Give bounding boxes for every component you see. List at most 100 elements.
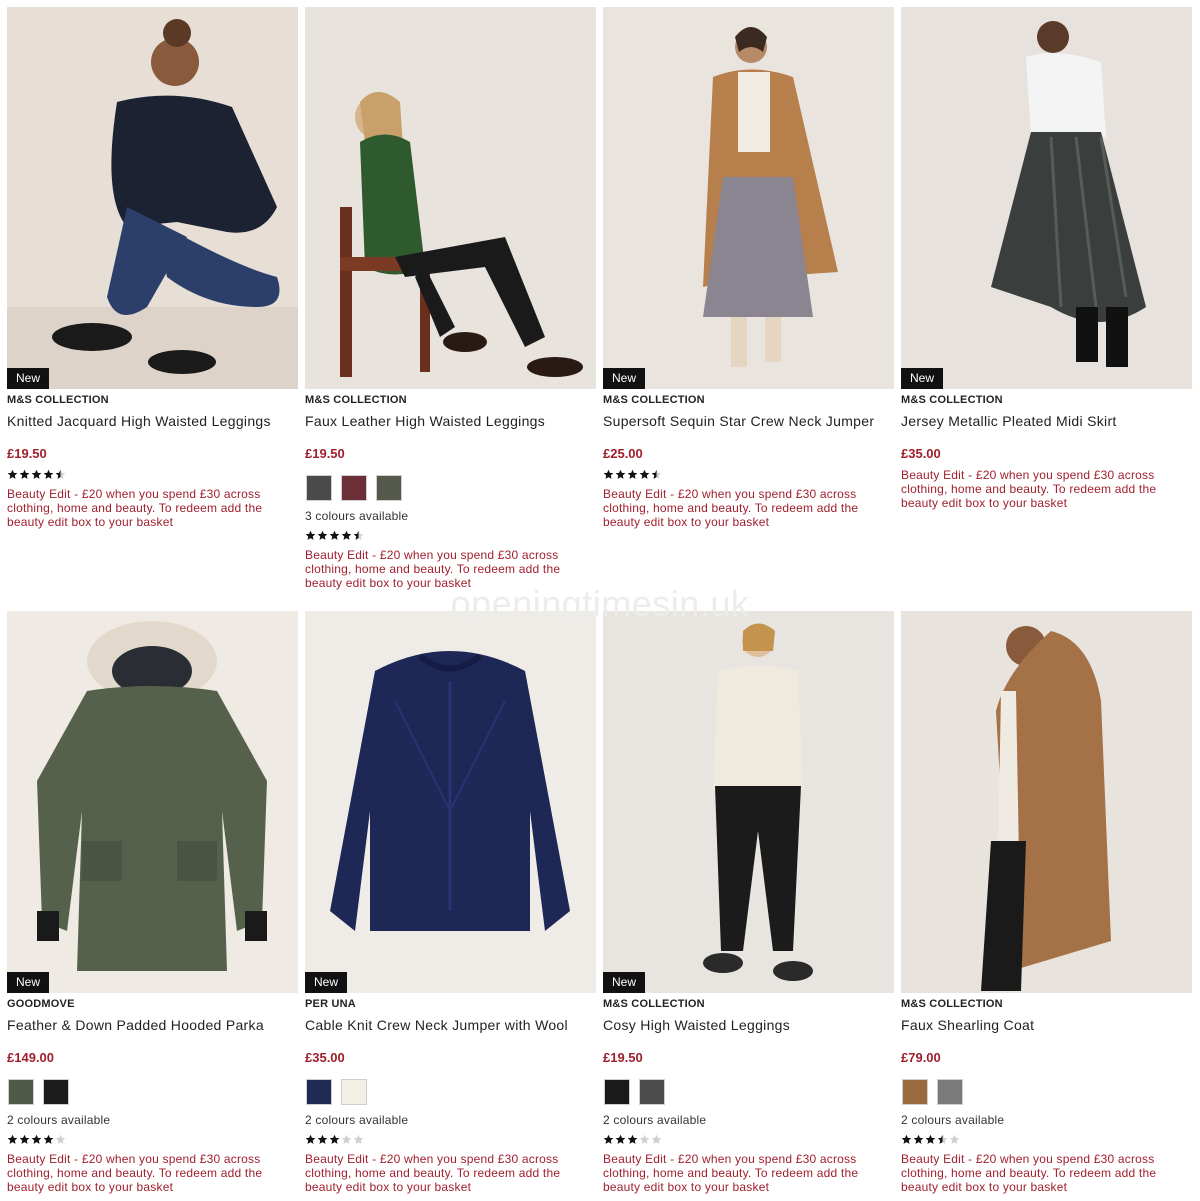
- star-icon: [317, 530, 328, 540]
- product-brand: M&S COLLECTION: [603, 394, 705, 406]
- product-brand: GOODMOVE: [7, 998, 75, 1010]
- colour-swatch[interactable]: [376, 475, 402, 501]
- rating-stars: [7, 1134, 298, 1146]
- star-icon: [937, 1134, 948, 1144]
- promo-text[interactable]: Beauty Edit - £20 when you spend £30 acr…: [603, 1152, 894, 1194]
- promo-text[interactable]: Beauty Edit - £20 when you spend £30 acr…: [305, 1152, 596, 1194]
- product-title[interactable]: Feather & Down Padded Hooded Parka: [7, 1017, 298, 1034]
- new-badge: New: [7, 368, 50, 389]
- star-icon: [341, 1134, 352, 1144]
- colours-available: 2 colours available: [901, 1113, 1005, 1127]
- new-badge: New: [305, 972, 348, 993]
- product-title[interactable]: Jersey Metallic Pleated Midi Skirt: [901, 413, 1192, 430]
- colour-swatch[interactable]: [341, 1079, 367, 1105]
- colour-swatch[interactable]: [306, 1079, 332, 1105]
- star-icon: [639, 469, 650, 479]
- promo-text[interactable]: Beauty Edit - £20 when you spend £30 acr…: [901, 468, 1192, 510]
- star-icon: [19, 469, 30, 479]
- colours-available: 2 colours available: [603, 1113, 707, 1127]
- star-icon: [31, 469, 42, 479]
- product-image[interactable]: New: [901, 7, 1192, 389]
- product-price: £35.00: [305, 1050, 345, 1065]
- star-icon: [43, 1134, 54, 1144]
- colour-swatches: [305, 475, 596, 501]
- colour-swatch[interactable]: [639, 1079, 665, 1105]
- star-icon: [305, 1134, 316, 1144]
- product-card[interactable]: New GOODMOVE Feather & Down Padded Hoode…: [7, 611, 298, 1194]
- product-card[interactable]: New M&S COLLECTION Supersoft Sequin Star…: [603, 7, 894, 529]
- star-icon: [7, 1134, 18, 1144]
- star-icon: [305, 530, 316, 540]
- star-icon: [949, 1134, 960, 1144]
- product-brand: M&S COLLECTION: [901, 394, 1003, 406]
- star-icon: [19, 1134, 30, 1144]
- product-title[interactable]: Faux Leather High Waisted Leggings: [305, 413, 596, 430]
- colour-swatches: [7, 1079, 298, 1105]
- watermark: openingtimesin.uk: [450, 583, 750, 624]
- product-image[interactable]: [901, 611, 1192, 993]
- star-icon: [901, 1134, 912, 1144]
- product-image[interactable]: New: [7, 7, 298, 389]
- star-icon: [341, 530, 352, 540]
- product-price: £19.50: [305, 446, 345, 461]
- product-title[interactable]: Knitted Jacquard High Waisted Leggings: [7, 413, 298, 430]
- star-icon: [7, 469, 18, 479]
- star-icon: [31, 1134, 42, 1144]
- product-card[interactable]: New M&S COLLECTION Knitted Jacquard High…: [7, 7, 298, 529]
- product-card[interactable]: M&S COLLECTION Faux Shearling Coat £79.0…: [901, 611, 1192, 1194]
- colour-swatch[interactable]: [8, 1079, 34, 1105]
- promo-text[interactable]: Beauty Edit - £20 when you spend £30 acr…: [7, 1152, 298, 1194]
- star-icon: [353, 1134, 364, 1144]
- star-icon: [913, 1134, 924, 1144]
- colour-swatch[interactable]: [341, 475, 367, 501]
- star-icon: [603, 469, 614, 479]
- colours-available: 2 colours available: [7, 1113, 111, 1127]
- rating-stars: [305, 1134, 596, 1146]
- product-price: £79.00: [901, 1050, 941, 1065]
- rating-stars: [603, 469, 894, 481]
- star-icon: [925, 1134, 936, 1144]
- star-icon: [603, 1134, 614, 1144]
- product-price: £25.00: [603, 446, 643, 461]
- promo-text[interactable]: Beauty Edit - £20 when you spend £30 acr…: [603, 487, 894, 529]
- star-icon: [329, 1134, 340, 1144]
- product-card[interactable]: M&S COLLECTION Faux Leather High Waisted…: [305, 7, 596, 590]
- product-title[interactable]: Cosy High Waisted Leggings: [603, 1017, 894, 1034]
- colour-swatches: [603, 1079, 894, 1105]
- star-icon: [317, 1134, 328, 1144]
- star-icon: [615, 469, 626, 479]
- product-title[interactable]: Supersoft Sequin Star Crew Neck Jumper: [603, 413, 894, 430]
- promo-text[interactable]: Beauty Edit - £20 when you spend £30 acr…: [901, 1152, 1192, 1194]
- star-icon: [55, 1134, 66, 1144]
- product-image[interactable]: New: [305, 611, 596, 993]
- product-title[interactable]: Faux Shearling Coat: [901, 1017, 1192, 1034]
- product-brand: M&S COLLECTION: [901, 998, 1003, 1010]
- colour-swatch[interactable]: [902, 1079, 928, 1105]
- product-image[interactable]: New: [7, 611, 298, 993]
- product-price: £19.50: [7, 446, 47, 461]
- promo-text[interactable]: Beauty Edit - £20 when you spend £30 acr…: [7, 487, 298, 529]
- colours-available: 2 colours available: [305, 1113, 409, 1127]
- star-icon: [55, 469, 66, 479]
- product-title[interactable]: Cable Knit Crew Neck Jumper with Wool: [305, 1017, 596, 1034]
- colour-swatch[interactable]: [604, 1079, 630, 1105]
- colour-swatch[interactable]: [937, 1079, 963, 1105]
- product-price: £35.00: [901, 446, 941, 461]
- product-card[interactable]: New M&S COLLECTION Cosy High Waisted Leg…: [603, 611, 894, 1194]
- product-image[interactable]: New: [603, 7, 894, 389]
- star-icon: [43, 469, 54, 479]
- colour-swatch[interactable]: [306, 475, 332, 501]
- colour-swatches: [901, 1079, 1192, 1105]
- product-card[interactable]: New M&S COLLECTION Jersey Metallic Pleat…: [901, 7, 1192, 510]
- new-badge: New: [603, 972, 646, 993]
- product-image[interactable]: New: [603, 611, 894, 993]
- star-icon: [651, 1134, 662, 1144]
- product-card[interactable]: New PER UNA Cable Knit Crew Neck Jumper …: [305, 611, 596, 1194]
- new-badge: New: [603, 368, 646, 389]
- product-image[interactable]: [305, 7, 596, 389]
- star-icon: [627, 1134, 638, 1144]
- product-brand: M&S COLLECTION: [603, 998, 705, 1010]
- colour-swatch[interactable]: [43, 1079, 69, 1105]
- product-brand: PER UNA: [305, 998, 356, 1010]
- rating-stars: [305, 530, 596, 542]
